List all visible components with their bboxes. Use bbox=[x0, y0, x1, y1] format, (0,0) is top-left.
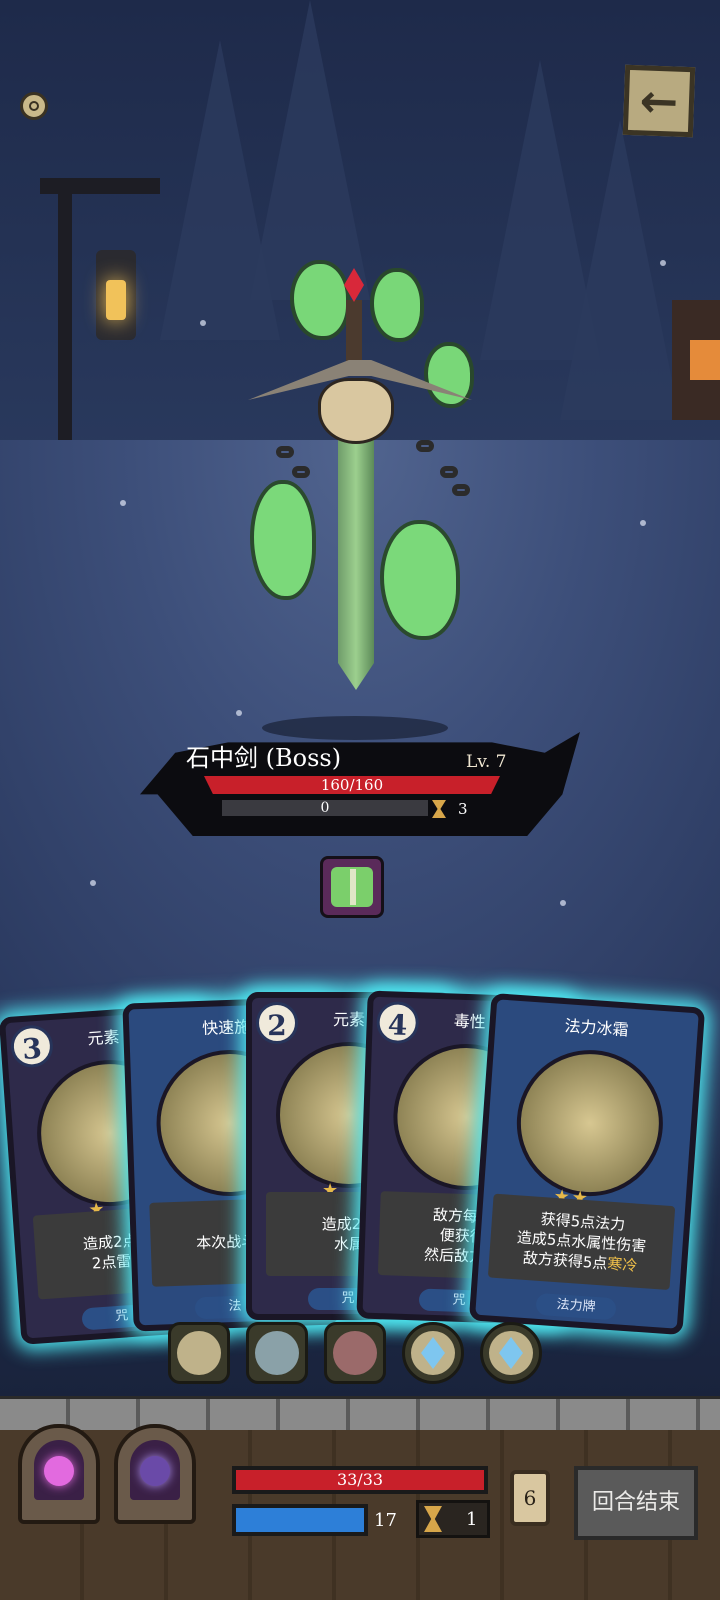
old-man-relic-icon[interactable] bbox=[246, 1322, 308, 1384]
lamp-post bbox=[58, 180, 72, 440]
back-arrow-button[interactable]: ← bbox=[622, 64, 696, 138]
lamp-arm bbox=[40, 178, 160, 194]
back-arrow-icon: ← bbox=[638, 73, 680, 129]
snowflake bbox=[560, 900, 566, 906]
card-cost: 2 bbox=[256, 1002, 298, 1044]
discard-pile-button[interactable] bbox=[114, 1424, 196, 1524]
chain-link bbox=[416, 440, 434, 452]
draw-pile-eye-icon bbox=[44, 1456, 74, 1486]
card-type: 法力牌 bbox=[535, 1292, 617, 1321]
card-cost: 4 bbox=[375, 1000, 420, 1045]
discard-pile-vortex-icon bbox=[140, 1456, 170, 1486]
skull-hilt bbox=[318, 378, 394, 444]
status-keyword-cold: 寒冷 bbox=[606, 1254, 638, 1275]
settings-icon[interactable] bbox=[20, 92, 48, 120]
boss-level: Lv. 7 bbox=[466, 752, 507, 772]
boss-hp-text: 160/160 bbox=[320, 776, 384, 794]
relic-art bbox=[177, 1331, 221, 1375]
green-flame bbox=[290, 260, 350, 340]
player-mana-value: 17 bbox=[374, 1510, 397, 1531]
background-tree bbox=[560, 120, 680, 420]
deck-count-button[interactable]: 6 bbox=[510, 1470, 550, 1526]
time-panel bbox=[416, 1500, 490, 1538]
lantern-glow bbox=[106, 280, 126, 320]
card-desc-text: 敌方获得5点 bbox=[522, 1248, 608, 1273]
snowflake bbox=[640, 520, 646, 526]
hand-card[interactable]: 法力冰霜 ★★ 获得5点法力 造成5点水属性伤害 敌方获得5点寒冷 法力牌 bbox=[468, 992, 706, 1336]
relic-art bbox=[333, 1331, 377, 1375]
card-art-frost-hand bbox=[511, 1045, 668, 1202]
boss-name: 石中剑 (Boss) bbox=[186, 744, 342, 772]
sword-handle bbox=[346, 300, 362, 370]
house-window bbox=[690, 340, 720, 380]
boss-intent-icon[interactable] bbox=[320, 856, 384, 918]
green-flame bbox=[370, 268, 424, 342]
player-hp-bar: 33/33 bbox=[232, 1466, 488, 1494]
snowflake bbox=[660, 260, 666, 266]
player-mana-bar bbox=[232, 1504, 368, 1536]
green-flame bbox=[250, 480, 316, 600]
card-description: 获得5点法力 造成5点水属性伤害 敌方获得5点寒冷 bbox=[487, 1193, 676, 1291]
chain-link bbox=[440, 466, 458, 478]
draw-pile-button[interactable] bbox=[18, 1424, 100, 1524]
chain-link bbox=[276, 446, 294, 458]
relic-art bbox=[255, 1331, 299, 1375]
mirror-relic-icon[interactable] bbox=[168, 1322, 230, 1384]
sword-blade bbox=[338, 420, 374, 690]
card-title: 法力冰霜 bbox=[563, 1016, 630, 1040]
chain-link bbox=[452, 484, 470, 496]
spider-relic-icon[interactable] bbox=[324, 1322, 386, 1384]
snowflake bbox=[120, 500, 126, 506]
snowflake bbox=[200, 320, 206, 326]
boss-intent-turns: 3 bbox=[458, 800, 468, 818]
snowflake bbox=[236, 710, 242, 716]
chain-link bbox=[292, 466, 310, 478]
snowflake bbox=[90, 880, 96, 886]
ice-crystal-relic-icon[interactable] bbox=[480, 1322, 542, 1384]
end-turn-button[interactable]: 回合结束 bbox=[574, 1466, 698, 1540]
boss-shadow bbox=[262, 716, 448, 740]
boss-shield-text: 0 bbox=[320, 800, 330, 816]
green-flame bbox=[380, 520, 460, 640]
ice-crystal-relic-icon[interactable] bbox=[402, 1322, 464, 1384]
time-value: 1 bbox=[466, 1509, 478, 1530]
